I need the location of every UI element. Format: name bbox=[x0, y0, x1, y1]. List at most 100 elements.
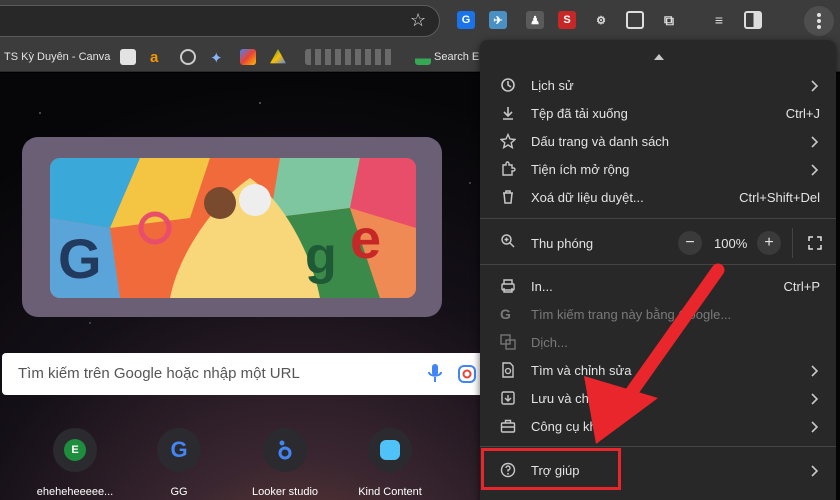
toolbox-icon bbox=[500, 419, 516, 433]
menu-item-label: Lịch sử bbox=[531, 78, 574, 93]
copilot-icon[interactable] bbox=[240, 49, 256, 65]
save-share-icon bbox=[501, 391, 515, 405]
looker-studio-icon bbox=[263, 428, 307, 472]
address-bar[interactable] bbox=[0, 5, 440, 37]
seo-extension-icon[interactable]: S bbox=[558, 11, 576, 29]
puzzle-icon bbox=[502, 161, 516, 176]
doodle-card: G g e bbox=[22, 137, 442, 317]
menu-item-label: In... bbox=[531, 279, 553, 294]
microphone-icon[interactable] bbox=[428, 364, 442, 384]
menu-item-search-page[interactable]: G Tìm kiếm trang này bằng Google... bbox=[480, 301, 836, 329]
shortcut-text: Ctrl+P bbox=[783, 279, 820, 294]
menu-item-label: Tìm và chỉnh sửa bbox=[531, 363, 632, 378]
shortcut-tile[interactable]: Looker studio bbox=[240, 428, 330, 498]
zoom-value: 100% bbox=[714, 236, 748, 251]
side-panel-icon[interactable] bbox=[744, 11, 762, 29]
amazon-icon[interactable]: a bbox=[150, 49, 166, 66]
translate-extension-icon[interactable]: G bbox=[457, 11, 475, 29]
shortcut-label: Kind Content bbox=[358, 486, 422, 498]
menu-item-find-edit[interactable]: Tìm và chỉnh sửa bbox=[480, 357, 836, 385]
shortcut-label: eheheheeeee... bbox=[36, 486, 114, 498]
drive-icon[interactable] bbox=[270, 49, 286, 64]
download-icon bbox=[503, 107, 513, 120]
extension-icon[interactable]: ♟ bbox=[526, 11, 544, 29]
chrome-main-menu: Lịch sử Tệp đã tải xuống Ctrl+J Dấu tran… bbox=[480, 40, 836, 500]
shortcut-text: Ctrl+J bbox=[785, 106, 820, 121]
menu-divider bbox=[480, 446, 836, 447]
zoom-in-button[interactable]: + bbox=[757, 231, 781, 255]
menu-item-label: Dịch... bbox=[531, 335, 568, 350]
menu-item-more-tools[interactable]: Công cụ khác bbox=[480, 413, 836, 441]
shortcut-tile[interactable]: E eheheheeeee... bbox=[30, 428, 120, 498]
zoom-icon bbox=[501, 234, 515, 248]
print-icon bbox=[501, 279, 515, 293]
menu-item-label: Tìm kiếm trang này bằng Google... bbox=[531, 307, 732, 322]
chevron-right-icon bbox=[811, 136, 819, 148]
extensions-puzzle-icon[interactable]: ⧉ bbox=[660, 11, 678, 29]
chrome-menu-button[interactable] bbox=[804, 6, 834, 36]
help-highlight-box bbox=[481, 448, 621, 490]
scroll-up-icon[interactable] bbox=[654, 54, 664, 60]
google-doodle[interactable]: G g e bbox=[50, 158, 416, 298]
google-lens-icon[interactable] bbox=[458, 365, 476, 383]
shortcut-label: GG bbox=[170, 486, 188, 498]
menu-item-label: Lưu và chia sẻ bbox=[531, 391, 617, 406]
zoom-divider bbox=[792, 228, 793, 258]
menu-item-label: Tệp đã tải xuống bbox=[531, 106, 628, 121]
zoom-label: Thu phóng bbox=[531, 236, 594, 251]
gear-icon[interactable]: ⚙ bbox=[592, 11, 610, 29]
menu-item-label: Xoá dữ liệu duyệt... bbox=[531, 190, 644, 205]
star-icon bbox=[500, 133, 516, 149]
shortcut-icon: E bbox=[53, 428, 97, 472]
shortcut-label: Looker studio bbox=[251, 486, 319, 498]
google-g-icon: G bbox=[500, 306, 511, 322]
zoom-out-button[interactable]: − bbox=[678, 231, 702, 255]
menu-item-bookmarks[interactable]: Dấu trang và danh sách bbox=[480, 128, 836, 156]
media-icon[interactable]: ≡ bbox=[710, 11, 728, 29]
menu-item-save-share[interactable]: Lưu và chia sẻ bbox=[480, 385, 836, 413]
window-icon[interactable] bbox=[626, 11, 644, 29]
google-search-box[interactable]: Tìm kiếm trên Google hoặc nhập một URL bbox=[2, 353, 482, 395]
menu-item-print[interactable]: In... Ctrl+P bbox=[480, 273, 836, 301]
kind-content-icon bbox=[368, 428, 412, 472]
menu-item-zoom: Thu phóng − 100% + bbox=[480, 228, 836, 258]
chevron-right-icon bbox=[811, 421, 819, 433]
chevron-right-icon bbox=[811, 393, 819, 405]
history-icon bbox=[501, 78, 515, 92]
gemini-icon[interactable]: ✦ bbox=[210, 49, 226, 67]
shortcut-tile[interactable]: G GG bbox=[134, 428, 224, 498]
search-placeholder: Tìm kiếm trên Google hoặc nhập một URL bbox=[18, 365, 300, 382]
bookmark-canva[interactable]: TS Kỳ Duyên - Canva bbox=[4, 49, 110, 65]
menu-divider bbox=[480, 264, 836, 265]
bird-extension-icon[interactable]: ✈ bbox=[489, 11, 507, 29]
chevron-right-icon bbox=[811, 365, 819, 377]
menu-item-clear-data[interactable]: Xoá dữ liệu duyệt... Ctrl+Shift+Del bbox=[480, 184, 836, 212]
chevron-right-icon bbox=[811, 465, 819, 477]
find-icon bbox=[502, 362, 514, 378]
menu-item-extensions[interactable]: Tiện ích mở rộng bbox=[480, 156, 836, 184]
menu-divider bbox=[480, 218, 836, 219]
trash-icon bbox=[503, 190, 513, 204]
google-g-icon: G bbox=[157, 428, 201, 472]
menu-item-history[interactable]: Lịch sử bbox=[480, 72, 836, 100]
translate-icon bbox=[500, 334, 516, 350]
menu-item-translate[interactable]: Dịch... bbox=[480, 329, 836, 357]
analytics-icon[interactable] bbox=[415, 49, 431, 65]
shortcut-text: Ctrl+Shift+Del bbox=[739, 190, 820, 205]
fullscreen-icon[interactable] bbox=[808, 236, 822, 250]
menu-item-downloads[interactable]: Tệp đã tải xuống Ctrl+J bbox=[480, 100, 836, 128]
bookmark-group[interactable] bbox=[305, 49, 395, 65]
menu-item-label: Công cụ khác bbox=[531, 419, 611, 434]
svg-text:G: G bbox=[58, 227, 102, 290]
chevron-right-icon bbox=[811, 164, 819, 176]
chatgpt-icon[interactable] bbox=[180, 49, 196, 65]
svg-text:g: g bbox=[305, 227, 337, 285]
menu-item-label: Tiện ích mở rộng bbox=[531, 162, 630, 177]
bookmark-search[interactable]: Search Er bbox=[434, 49, 483, 65]
menu-item-label: Dấu trang và danh sách bbox=[531, 134, 670, 149]
svg-text:e: e bbox=[350, 207, 381, 270]
shortcut-tile[interactable]: Kind Content bbox=[345, 428, 435, 498]
bookmark-star-icon[interactable]: ☆ bbox=[410, 9, 426, 31]
bookmark-icon[interactable] bbox=[120, 49, 136, 65]
chevron-right-icon bbox=[811, 80, 819, 92]
